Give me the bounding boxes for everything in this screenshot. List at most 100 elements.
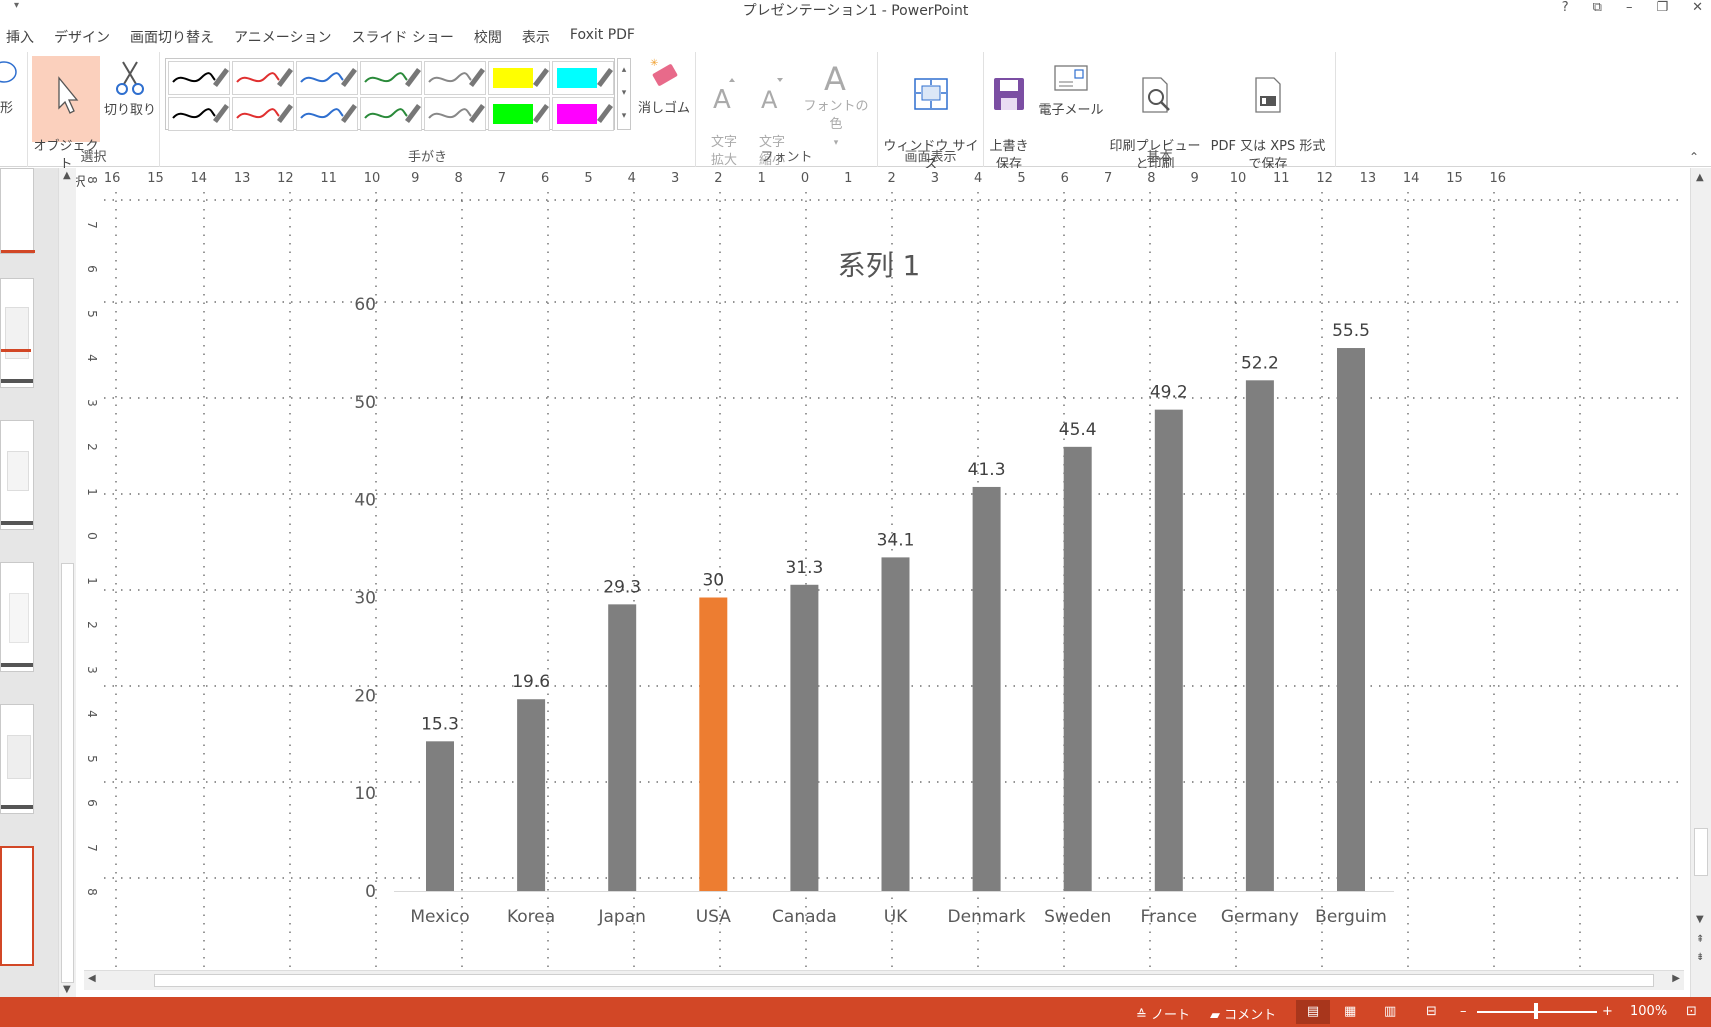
comments-button[interactable]: ▰ コメント	[1210, 1004, 1276, 1023]
pen-swatch[interactable]	[552, 97, 614, 131]
cut-button[interactable]: 切り取り	[102, 56, 158, 120]
minimize-button[interactable]: –	[1626, 0, 1633, 15]
fit-slide-icon[interactable]: ⊡	[1686, 1004, 1697, 1019]
y-tick-label: 10	[354, 784, 376, 804]
vertical-scrollbar[interactable]: ▲ ▼ ⇞ ⇟	[1690, 168, 1711, 997]
slide-thumbnail[interactable]	[0, 420, 34, 530]
bar-germany[interactable]	[1245, 380, 1274, 891]
bar-japan[interactable]	[608, 604, 637, 891]
save-icon	[994, 78, 1024, 110]
bar-sweden[interactable]	[1063, 446, 1092, 891]
bar-berguim[interactable]	[1337, 348, 1365, 891]
zoom-level[interactable]: 100%	[1630, 1004, 1667, 1019]
shape-button[interactable]: 形	[0, 100, 20, 118]
slide-canvas[interactable]: 系列 1 0 10 20 30 40 50 60 15.3 Mexico 19.6 Korea 29.…	[104, 192, 1682, 977]
pen-swatch[interactable]	[232, 97, 294, 131]
pen-swatch[interactable]	[488, 97, 550, 131]
slide-thumbnail[interactable]	[0, 562, 34, 672]
notes-label: ノート	[1151, 1008, 1191, 1023]
scroll-left-icon[interactable]: ◀	[88, 973, 96, 984]
reading-view-icon[interactable]: ▥	[1384, 1004, 1396, 1019]
pen-swatch[interactable]	[552, 61, 614, 95]
pen-swatch[interactable]	[360, 97, 422, 131]
collapse-ribbon-icon[interactable]: ⌃	[1689, 150, 1699, 164]
normal-view-icon[interactable]: ▤	[1296, 1000, 1330, 1024]
eraser-button[interactable]: ✳ 消しゴム	[636, 56, 692, 118]
ruler-tick-label: 14	[190, 171, 208, 186]
pen-swatch[interactable]	[232, 61, 294, 95]
scroll-down-icon[interactable]: ▼	[63, 984, 71, 995]
pen-swatch[interactable]	[296, 97, 358, 131]
object-select-button[interactable]: オブジェクト の選択	[32, 56, 100, 190]
scroll-up-icon[interactable]: ▲	[1696, 172, 1704, 183]
pen-swatch[interactable]	[168, 97, 230, 131]
bar-denmark[interactable]	[972, 486, 1001, 891]
bar-usa[interactable]	[699, 597, 728, 892]
font-color-button[interactable]: A フォントの色 ▾	[798, 58, 874, 152]
ruler-tick-label: 3	[84, 665, 99, 674]
ruler-tick-label: 2	[887, 171, 896, 186]
slide-sorter-icon[interactable]: ▦	[1344, 1004, 1356, 1019]
horizontal-scrollbar[interactable]: ◀ ▶	[84, 970, 1684, 990]
ruler-tick-label: 11	[1273, 171, 1290, 186]
previous-slide-icon[interactable]: ⇞	[1696, 934, 1704, 945]
svg-text:A: A	[824, 60, 846, 94]
ruler-tick-label: 13	[1359, 171, 1377, 186]
pen-swatch[interactable]	[360, 61, 422, 95]
slide-thumbnail[interactable]	[0, 704, 34, 814]
ruler-tick-label: 1	[84, 576, 99, 585]
tab-transitions[interactable]: 画面切り替え	[124, 24, 228, 50]
scroll-right-icon[interactable]: ▶	[1672, 973, 1680, 984]
bar-france[interactable]	[1154, 409, 1183, 891]
bar-uk[interactable]	[881, 557, 910, 891]
bar-korea[interactable]	[517, 699, 546, 891]
slideshow-icon[interactable]: ⊟	[1426, 1004, 1437, 1019]
close-button[interactable]: ✕	[1692, 0, 1703, 15]
data-label: 49.2	[1150, 383, 1188, 403]
horizontal-scroll-thumb[interactable]	[154, 974, 1654, 987]
tab-review[interactable]: 校閲	[468, 24, 516, 50]
y-tick-label: 20	[354, 686, 376, 706]
bar-canada[interactable]	[790, 584, 819, 891]
pen-swatch[interactable]	[424, 97, 486, 131]
tab-slideshow[interactable]: スライド ショー	[345, 24, 467, 50]
pen-swatch[interactable]	[488, 61, 550, 95]
tab-foxit-pdf[interactable]: Foxit PDF	[564, 24, 649, 50]
help-button[interactable]: ?	[1562, 0, 1569, 15]
restore-button[interactable]: ❐	[1656, 0, 1668, 15]
slide-thumbnail[interactable]	[0, 278, 34, 388]
notes-button[interactable]: ≙ ノート	[1136, 1004, 1190, 1023]
zoom-in-icon[interactable]: +	[1602, 1004, 1613, 1019]
tab-view[interactable]: 表示	[516, 24, 564, 50]
ruler-tick-label: 12	[1316, 171, 1333, 186]
ruler-tick-label: 5	[584, 171, 593, 186]
tab-animations[interactable]: アニメーション	[228, 24, 345, 50]
next-slide-icon[interactable]: ⇟	[1696, 952, 1704, 963]
vertical-scroll-thumb[interactable]	[1694, 828, 1708, 876]
zoom-out-icon[interactable]: –	[1460, 1004, 1467, 1019]
thumbnail-scrollbar[interactable]: ▲ ▼	[58, 168, 76, 997]
thumbnail-scroll-thumb[interactable]	[61, 563, 74, 983]
bar-mexico[interactable]	[426, 741, 454, 891]
ruler-tick-label: 6	[84, 799, 99, 807]
tab-insert[interactable]: 挿入	[0, 24, 48, 50]
x-tick-label: Korea	[507, 907, 555, 927]
ruler-tick-label: 8	[84, 888, 99, 896]
zoom-slider-thumb[interactable]	[1534, 1003, 1538, 1019]
display-group-label: 画面表示	[904, 150, 957, 165]
ruler-tick-label: 3	[670, 171, 680, 186]
x-tick-label: Germany	[1221, 907, 1299, 927]
scroll-down-icon[interactable]: ▼	[1696, 914, 1704, 925]
pen-swatch[interactable]	[296, 61, 358, 95]
pen-swatch[interactable]	[424, 61, 486, 95]
slide-thumbnail-current[interactable]	[0, 846, 34, 966]
scroll-up-icon[interactable]: ▲	[63, 170, 71, 181]
slide-thumbnail[interactable]	[0, 168, 35, 254]
ribbon-display-options-button[interactable]: ⧉	[1593, 0, 1602, 15]
bar-chart[interactable]: 0 10 20 30 40 50 60 15.3 Mexico 19.6 Korea 29.3 Japa…	[104, 192, 1682, 977]
pen-swatch[interactable]	[168, 61, 230, 95]
pen-gallery-scroll[interactable]: ▴ ▾ ▾	[617, 58, 631, 130]
tab-design[interactable]: デザイン	[48, 24, 124, 50]
email-button[interactable]: 電子メール	[1036, 58, 1106, 120]
font-group: A 文字 拡大 A 文字 縮小 A フォントの色 ▾ フォント	[696, 52, 878, 168]
